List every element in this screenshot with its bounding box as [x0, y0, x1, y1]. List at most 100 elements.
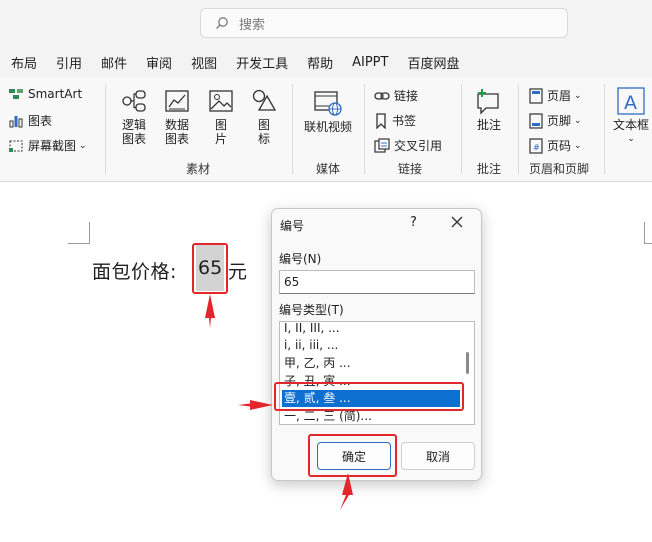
page-margin-mark [68, 243, 90, 244]
annotation-highlight-box [274, 382, 464, 411]
chevron-down-icon: ⌄ [627, 134, 635, 144]
textbox-button[interactable]: A 文本框 ⌄ [611, 86, 651, 146]
dialog-title: 编号 [280, 219, 305, 233]
tab-help[interactable]: 帮助 [307, 53, 333, 72]
ribbon: SmartArt 图表 屏幕截图 ⌄ 逻辑 图表 数据 图表 图 片 图 标 素… [0, 78, 652, 182]
data-chart-label-1: 数据 [164, 118, 189, 132]
help-button[interactable]: ? [410, 215, 417, 230]
list-item[interactable]: 甲, 乙, 丙 ... [282, 355, 460, 372]
chevron-down-icon: ⌄ [574, 140, 582, 151]
logic-chart-label-1: 逻辑 [121, 118, 146, 132]
group-label-links: 链接 [398, 162, 423, 176]
chevron-down-icon: ⌄ [79, 140, 87, 151]
svg-text:#: # [533, 143, 540, 152]
smartart-label: SmartArt [28, 87, 83, 101]
chart-button[interactable]: 图表 [8, 112, 52, 129]
cancel-button[interactable]: 取消 [401, 442, 475, 470]
online-video-label: 联机视频 [303, 120, 352, 134]
list-item[interactable]: i, ii, iii, ... [282, 337, 460, 354]
ribbon-separator [604, 84, 605, 174]
ribbon-separator [105, 84, 106, 174]
annotation-arrow-up [205, 294, 215, 328]
screenshot-label: 屏幕截图 [28, 139, 77, 153]
document-text-suffix: 元 [228, 261, 248, 283]
page-number-icon: # [529, 137, 543, 154]
screenshot-button[interactable]: 屏幕截图 ⌄ [8, 137, 87, 154]
ribbon-separator [461, 84, 462, 174]
annotation-arrow-right [238, 400, 273, 410]
page-margin-mark [644, 222, 645, 244]
crossref-icon [374, 137, 390, 154]
logic-chart-label-2: 图表 [121, 132, 146, 146]
list-scrollbar[interactable] [466, 352, 469, 374]
logic-chart-button[interactable]: 逻辑 图表 [117, 86, 151, 146]
close-icon [451, 216, 463, 228]
tab-mailings[interactable]: 邮件 [101, 53, 127, 72]
list-item[interactable]: I, II, III, ... [282, 322, 460, 337]
number-type-label: 编号类型(T) [279, 303, 344, 317]
icon-label-2: 标 [257, 132, 270, 146]
number-input[interactable]: 65 [279, 270, 475, 294]
picture-button[interactable]: 图 片 [205, 86, 237, 146]
tab-review[interactable]: 审阅 [146, 53, 172, 72]
link-label: 链接 [394, 89, 419, 103]
header-button[interactable]: 页眉 ⌄ [529, 87, 582, 104]
bar-chart-icon [8, 113, 24, 129]
smartart-icon [8, 87, 24, 101]
annotation-highlight-box [308, 434, 397, 477]
picture-label-2: 片 [214, 132, 227, 146]
smartart-button[interactable]: SmartArt [8, 87, 82, 101]
annotation-highlight-box [192, 243, 228, 294]
shapes-icon [251, 86, 277, 116]
tab-layout[interactable]: 布局 [11, 53, 37, 72]
data-chart-label-2: 图表 [164, 132, 189, 146]
new-comment-icon [474, 86, 504, 116]
ribbon-separator [292, 84, 293, 174]
textbox-label: 文本框 [612, 118, 649, 132]
close-button[interactable] [450, 215, 464, 232]
footer-button[interactable]: 页脚 ⌄ [529, 112, 582, 129]
tab-references[interactable]: 引用 [56, 53, 82, 72]
search-box[interactable]: 搜索 [200, 8, 568, 38]
page-number-label: 页码 [547, 139, 572, 153]
icon-label-1: 图 [257, 118, 270, 132]
ribbon-separator [364, 84, 365, 174]
crossref-button[interactable]: 交叉引用 [374, 137, 442, 154]
group-label-media: 媒体 [316, 162, 341, 176]
header-label: 页眉 [547, 89, 572, 103]
title-bar: 搜索 [0, 0, 652, 46]
chart-label: 图表 [28, 114, 53, 128]
footer-label: 页脚 [547, 114, 572, 128]
logic-chart-icon [121, 86, 147, 116]
bookmark-button[interactable]: 书签 [374, 112, 416, 129]
chevron-down-icon: ⌄ [574, 90, 582, 101]
document-text: 面包价格: [92, 261, 177, 283]
search-placeholder: 搜索 [239, 17, 266, 33]
link-button[interactable]: 链接 [374, 87, 418, 104]
data-chart-button[interactable]: 数据 图表 [160, 86, 194, 146]
header-icon [529, 87, 543, 104]
data-chart-icon [164, 86, 190, 116]
group-label-material: 素材 [186, 162, 211, 176]
tab-aippt[interactable]: AIPPT [352, 55, 388, 70]
tab-developer[interactable]: 开发工具 [236, 53, 288, 72]
icon-button[interactable]: 图 标 [248, 86, 280, 146]
tab-view[interactable]: 视图 [191, 53, 217, 72]
crossref-label: 交叉引用 [394, 139, 443, 153]
ribbon-separator [518, 84, 519, 174]
number-label: 编号(N) [279, 252, 322, 266]
bookmark-label: 书签 [392, 114, 417, 128]
page-margin-mark [89, 222, 90, 244]
tab-baidu-netdisk[interactable]: 百度网盘 [407, 53, 459, 72]
textbox-icon: A [616, 86, 646, 116]
online-video-icon [313, 88, 343, 118]
comment-button[interactable]: 批注 [472, 86, 506, 132]
page-number-button[interactable]: # 页码 ⌄ [529, 137, 582, 154]
chevron-down-icon: ⌄ [574, 115, 582, 126]
comment-label: 批注 [476, 118, 501, 132]
picture-icon [208, 86, 234, 116]
online-video-button[interactable]: 联机视频 [302, 88, 354, 134]
picture-label-1: 图 [214, 118, 227, 132]
link-icon [374, 90, 390, 102]
screenshot-icon [8, 138, 24, 154]
